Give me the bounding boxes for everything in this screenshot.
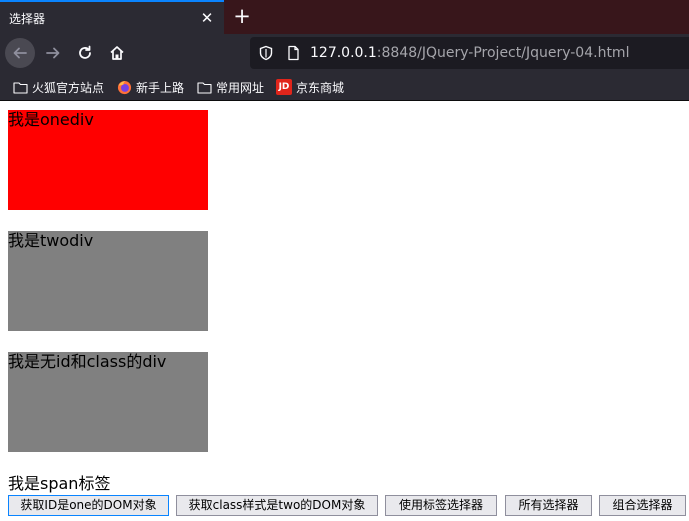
bookmark-label: 新手上路 <box>136 80 185 95</box>
div-one: 我是onediv <box>8 110 208 210</box>
address-bar[interactable]: 127.0.0.1:8848/JQuery-Project/Jquery-04.… <box>250 37 689 69</box>
url-path: :8848/JQuery-Project/Jquery-04.html <box>376 45 630 61</box>
firefox-icon <box>116 79 132 95</box>
bookmark-common-sites[interactable]: 常用网址 <box>196 78 264 96</box>
back-button[interactable] <box>5 38 35 68</box>
reload-icon <box>79 45 91 59</box>
bookmark-getting-started[interactable]: 新手上路 <box>116 78 184 96</box>
tracking-shield-icon[interactable] <box>258 45 274 61</box>
span-label: 我是span标签 <box>8 474 111 493</box>
active-tab[interactable]: 选择器 ✕ <box>0 0 224 34</box>
bookmark-jd[interactable]: JD 京东商城 <box>276 78 344 96</box>
jd-icon: JD <box>276 79 292 95</box>
get-id-one-button[interactable]: 获取ID是one的DOM对象 <box>8 495 169 516</box>
folder-icon <box>12 79 28 95</box>
bookmark-firefox-official[interactable]: 火狐官方站点 <box>12 78 104 96</box>
page-viewport: 我是onediv 我是twodiv 我是无id和class的div 我是span… <box>0 102 689 521</box>
tab-strip: 选择器 ✕ + <box>0 0 689 34</box>
get-class-two-button[interactable]: 获取class样式是two的DOM对象 <box>176 495 378 516</box>
forward-button[interactable] <box>38 38 68 68</box>
folder-icon <box>196 79 212 95</box>
page-info-icon[interactable] <box>285 45 301 61</box>
tag-selector-button[interactable]: 使用标签选择器 <box>385 495 497 516</box>
home-icon <box>110 46 124 60</box>
home-button[interactable] <box>102 38 132 68</box>
url-host: 127.0.0.1 <box>310 45 377 61</box>
navigation-toolbar: 127.0.0.1:8848/JQuery-Project/Jquery-04.… <box>0 34 689 72</box>
back-arrow-icon <box>13 47 27 59</box>
bookmarks-toolbar: 火狐官方站点 新手上路 常用网址 JD 京东商城 <box>0 72 689 101</box>
all-selector-button[interactable]: 所有选择器 <box>505 495 592 516</box>
bookmark-label: 常用网址 <box>216 80 265 95</box>
new-tab-icon[interactable]: + <box>231 5 253 27</box>
div-two: 我是twodiv <box>8 231 208 331</box>
combined-selector-button[interactable]: 组合选择器 <box>599 495 686 516</box>
forward-arrow-icon <box>46 47 60 59</box>
close-tab-icon[interactable]: ✕ <box>198 9 216 27</box>
url-text[interactable]: 127.0.0.1:8848/JQuery-Project/Jquery-04.… <box>310 45 629 61</box>
reload-button[interactable] <box>70 38 100 68</box>
bookmark-label: 火狐官方站点 <box>32 80 105 95</box>
tab-title: 选择器 <box>9 12 46 26</box>
div-plain: 我是无id和class的div <box>8 352 208 452</box>
bookmark-label: 京东商城 <box>296 80 345 95</box>
